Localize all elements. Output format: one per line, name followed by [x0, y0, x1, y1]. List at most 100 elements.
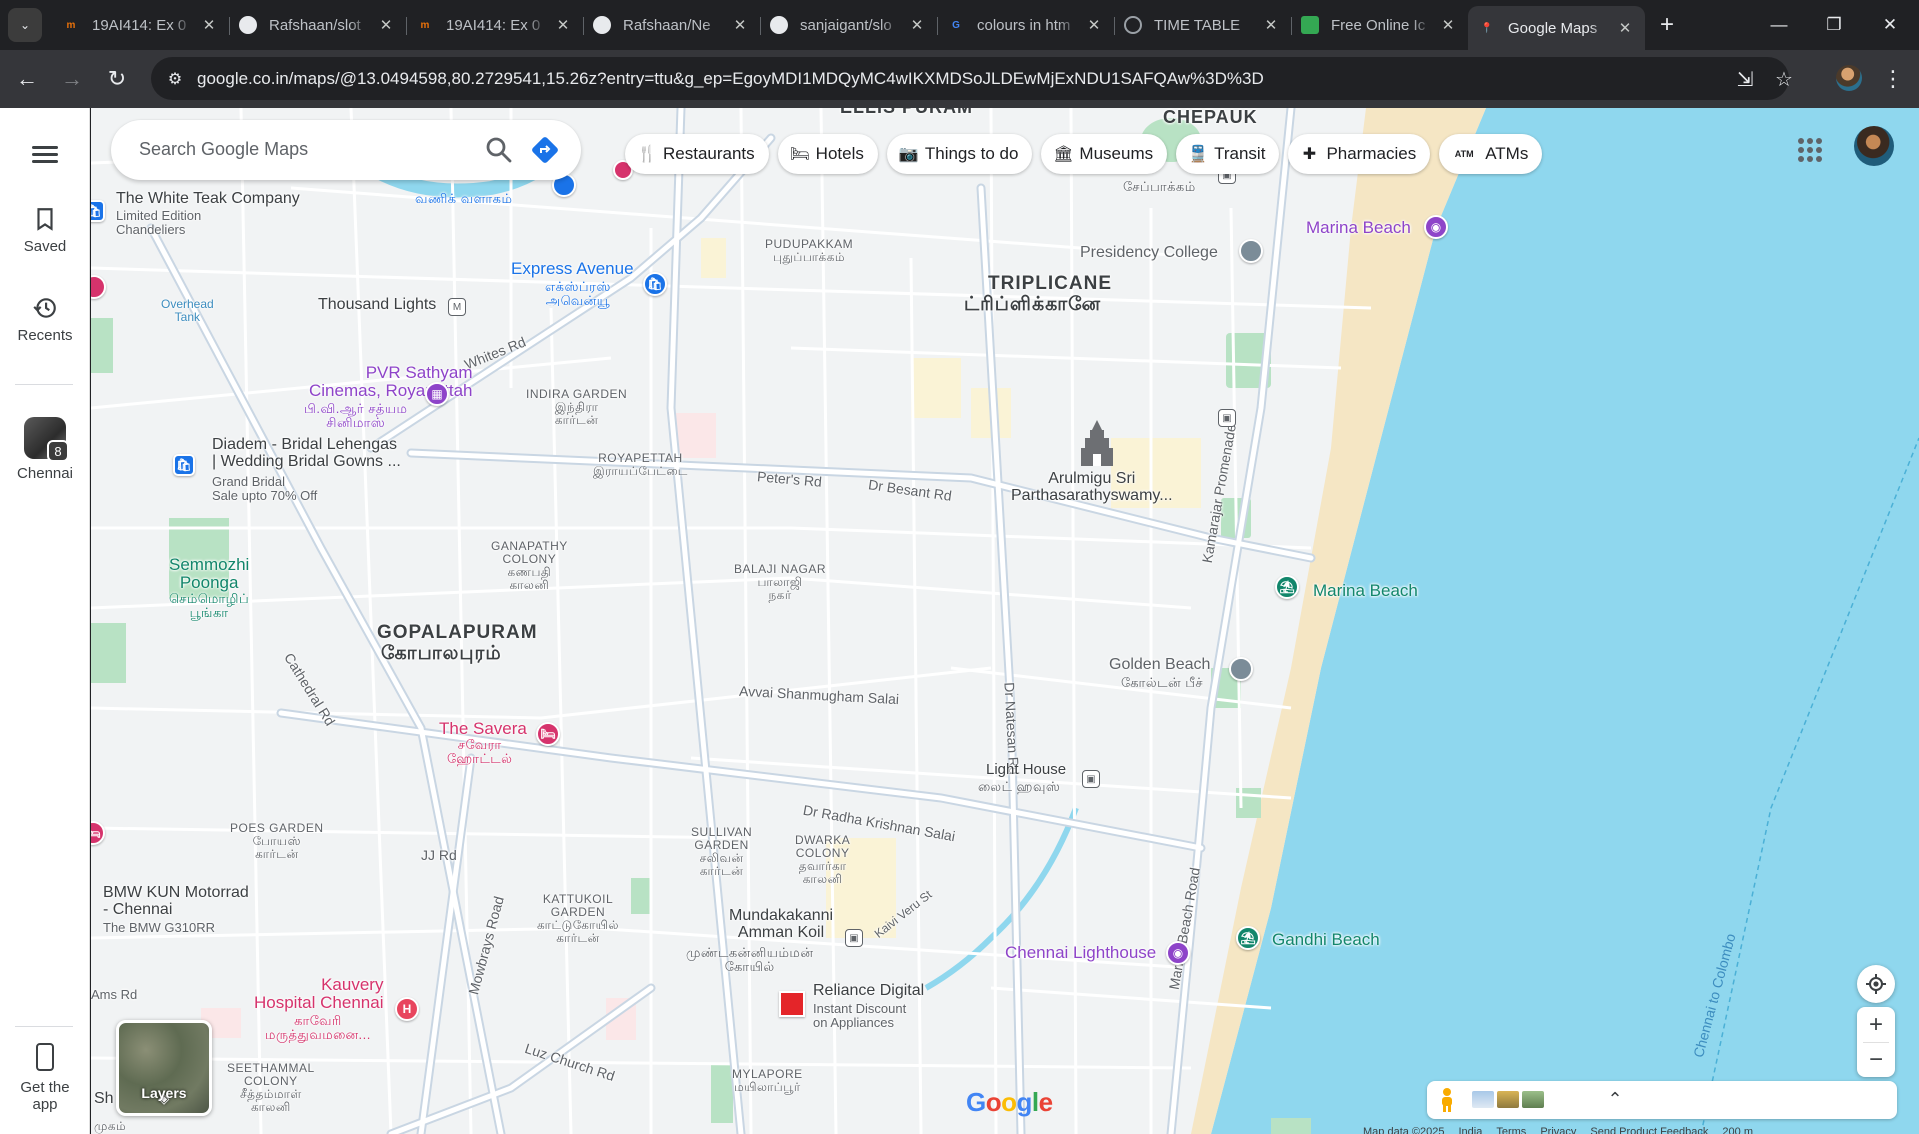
site-info-icon[interactable]: ⚙	[159, 63, 191, 95]
account-avatar[interactable]	[1854, 126, 1894, 166]
place-the-savera[interactable]: The Savera	[439, 719, 527, 738]
search-icon[interactable]	[483, 134, 515, 166]
browser-tab[interactable]: Rafshaan/Ne ✕	[583, 6, 760, 44]
browser-tab[interactable]: m 19AI414: Ex 0 ✕	[52, 6, 229, 44]
satellite-thumb[interactable]	[1522, 1091, 1544, 1108]
google-apps-icon[interactable]	[1795, 135, 1823, 163]
place-white-teak[interactable]: The White Teak Company	[116, 190, 300, 207]
install-app-icon[interactable]: ⇲	[1731, 65, 1759, 93]
bus-stop-icon[interactable]: ▣	[1082, 770, 1100, 788]
tab-close-icon[interactable]: ✕	[376, 16, 396, 34]
chip-restaurants[interactable]: 🍴 Restaurants	[625, 134, 769, 174]
place-marina-beach-top[interactable]: Marina Beach	[1306, 218, 1411, 237]
bus-stop-icon[interactable]: ▣	[845, 929, 863, 947]
place-golden-beach[interactable]: Golden Beach	[1109, 656, 1210, 673]
restore-button[interactable]: ❐	[1806, 0, 1862, 50]
browser-tab[interactable]: TIME TABLE ✕	[1114, 6, 1291, 44]
pegman-icon[interactable]	[1439, 1087, 1455, 1113]
hotel-pin-icon[interactable]: 🛏	[536, 722, 560, 746]
browser-tab[interactable]: Rafshaan/slot ✕	[229, 6, 406, 44]
map-canvas[interactable]: ELLIS PURAM CHEPAUK சேப்பாக்கம் TRIPLICA…	[91, 108, 1919, 1134]
minimize-button[interactable]: —	[1751, 0, 1807, 50]
place-gandhi-beach[interactable]: Gandhi Beach	[1272, 930, 1380, 949]
bookmark-star-icon[interactable]: ☆	[1770, 65, 1798, 93]
browser-tab[interactable]: m 19AI414: Ex 0 ✕	[406, 6, 583, 44]
tab-close-icon[interactable]: ✕	[1438, 16, 1458, 34]
forward-button[interactable]: →	[57, 64, 87, 94]
footer-item[interactable]: India	[1459, 1126, 1483, 1134]
browser-tab[interactable]: sanjaigant/slo ✕	[760, 6, 937, 44]
footer-item[interactable]: Send Product Feedback	[1590, 1126, 1708, 1134]
imagery-thumb[interactable]	[1472, 1091, 1494, 1108]
tab-search-button[interactable]: ⌄	[8, 8, 42, 42]
place-light-house-station[interactable]: Light House	[986, 761, 1066, 778]
chip-atms[interactable]: ATM ATMs	[1439, 134, 1543, 174]
place-arulmigu-temple[interactable]: Arulmigu Sri Parthasarathyswamy...	[1011, 470, 1173, 505]
place-mundakakanni-amman-koil[interactable]: Mundakakanni Amman Koil	[729, 907, 833, 942]
layers-button[interactable]: ◈ Layers	[116, 1020, 212, 1116]
temple-icon[interactable]	[1075, 418, 1119, 468]
place-pin-icon[interactable]	[1229, 657, 1253, 681]
zoom-out-button[interactable]: −	[1869, 1043, 1883, 1077]
chip-museums[interactable]: 🏛 Museums	[1041, 134, 1168, 174]
tab-close-icon[interactable]: ✕	[907, 16, 927, 34]
window-close-button[interactable]: ✕	[1862, 0, 1918, 50]
menu-hamburger-icon[interactable]	[27, 142, 63, 172]
beach-pin-icon[interactable]: ⛱	[1236, 926, 1260, 950]
camera-pin-icon[interactable]: ◉	[1166, 941, 1190, 965]
shopping-pin-icon[interactable]: 🛍	[173, 454, 195, 476]
beach-pin-icon[interactable]: ⛱	[1275, 575, 1299, 599]
hospital-pin-icon[interactable]: H	[395, 997, 419, 1021]
place-chennai-lighthouse[interactable]: Chennai Lighthouse	[1005, 943, 1156, 962]
metro-icon[interactable]: M	[448, 298, 466, 316]
address-bar[interactable]: ⚙ google.co.in/maps/@13.0494598,80.27295…	[151, 57, 1793, 100]
tab-close-icon[interactable]: ✕	[1084, 16, 1104, 34]
search-input[interactable]	[139, 134, 439, 164]
saved-button[interactable]: Saved	[0, 206, 90, 255]
back-button[interactable]: ←	[12, 64, 42, 94]
browser-menu-icon[interactable]: ⋮	[1880, 64, 1906, 94]
place-thousand-lights[interactable]: Thousand Lights	[318, 296, 436, 313]
cinema-icon[interactable]: ▦	[425, 382, 449, 406]
tab-close-icon[interactable]: ✕	[1261, 16, 1281, 34]
recent-place-chennai[interactable]: 8 Chennai	[0, 417, 90, 482]
browser-tab[interactable]: Free Online Ic ✕	[1291, 6, 1468, 44]
chip-transit[interactable]: 🚆 Transit	[1176, 134, 1280, 174]
footer-item[interactable]: Privacy	[1540, 1126, 1576, 1134]
directions-icon[interactable]	[529, 134, 561, 166]
expand-up-icon[interactable]: ⌃	[1603, 1087, 1627, 1111]
browser-tab[interactable]: Gcolours in htm ✕	[937, 6, 1114, 44]
get-app-button[interactable]: Get the app	[0, 1043, 90, 1113]
place-diadem[interactable]: Diadem - Bridal Lehengas | Wedding Bridal…	[212, 436, 401, 471]
place-semmozhi-poonga[interactable]: Semmozhi Poonga	[169, 555, 249, 593]
reliance-logo-icon[interactable]	[779, 991, 805, 1017]
reload-button[interactable]: ↻	[102, 64, 132, 94]
place-marina-beach[interactable]: Marina Beach	[1313, 581, 1418, 600]
browser-profile-avatar[interactable]	[1836, 65, 1862, 91]
zoom-in-button[interactable]: +	[1869, 1008, 1883, 1042]
place-express-avenue[interactable]: Express Avenue	[511, 259, 634, 278]
tab-close-icon[interactable]: ✕	[1615, 19, 1635, 37]
bus-stop-icon[interactable]: ▣	[1218, 409, 1236, 427]
tab-close-icon[interactable]: ✕	[199, 16, 219, 34]
chip-things-to-do[interactable]: 📷 Things to do	[886, 134, 1033, 174]
my-location-button[interactable]	[1857, 965, 1895, 1003]
place-bmw-kun[interactable]: BMW KUN Motorrad - Chennai	[103, 884, 249, 919]
college-pin-icon[interactable]	[1239, 239, 1263, 263]
browser-tab[interactable]: 📍 Google Maps ✕	[1468, 6, 1645, 50]
chip-pharmacies[interactable]: ✚ Pharmacies	[1288, 134, 1431, 174]
footer-item[interactable]: Terms	[1496, 1126, 1526, 1134]
footer-item[interactable]: 200 m	[1722, 1126, 1753, 1134]
camera-pin-icon[interactable]: ◉	[1424, 215, 1448, 239]
url-text[interactable]: google.co.in/maps/@13.0494598,80.2729541…	[197, 69, 1264, 89]
new-tab-button[interactable]: +	[1652, 10, 1682, 40]
recents-button[interactable]: Recents	[0, 295, 90, 344]
place-reliance-digital[interactable]: Reliance Digital	[813, 982, 924, 999]
shopping-bag-icon[interactable]: 🛍	[643, 272, 667, 296]
terrain-thumb[interactable]	[1497, 1091, 1519, 1108]
place-presidency-college[interactable]: Presidency College	[1080, 244, 1218, 261]
place-kauvery-hospital[interactable]: Kauvery Hospital Chennai	[254, 975, 383, 1013]
tab-close-icon[interactable]: ✕	[730, 16, 750, 34]
tab-close-icon[interactable]: ✕	[553, 16, 573, 34]
chip-hotels[interactable]: 🛏 Hotels	[777, 134, 878, 174]
